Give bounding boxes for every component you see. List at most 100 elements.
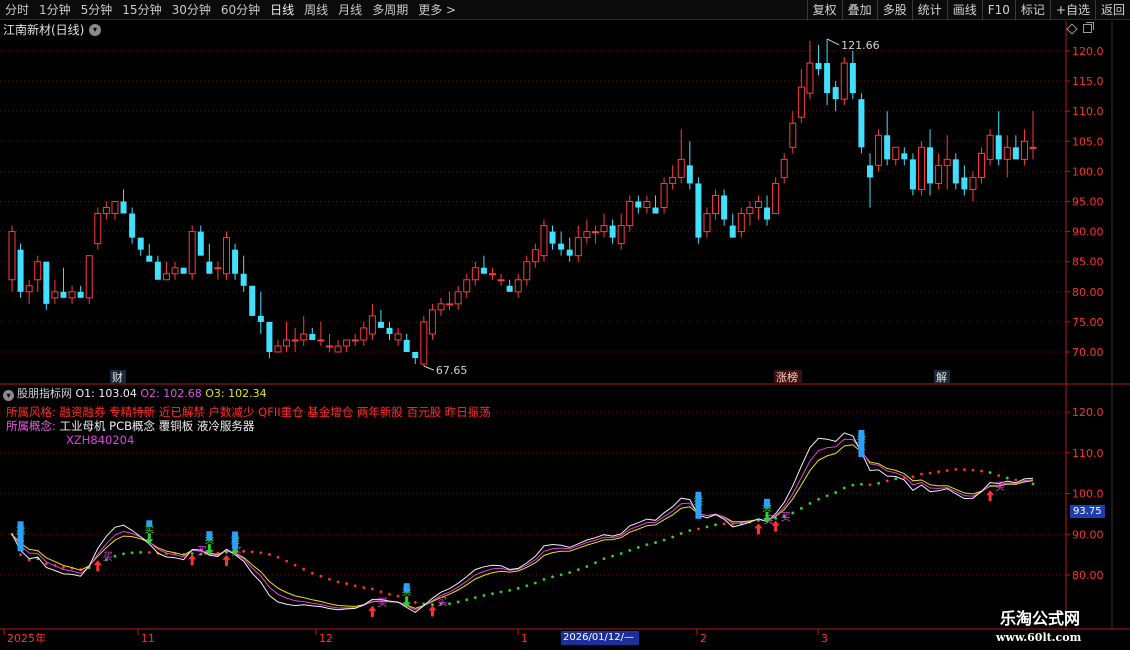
tool-button[interactable]: +自选 (1049, 0, 1095, 20)
volume-signal-bar (146, 520, 153, 527)
buy-arrow (93, 560, 102, 572)
chevron-down-icon[interactable]: ▾ (89, 24, 101, 36)
y-tick-label: 90.00 (1072, 528, 1104, 541)
candle-body (317, 339, 325, 342)
candle-body (884, 135, 891, 160)
style-value: 融资融券 专精特新 近已解禁 户数减少 QFII重仓 基金增仓 两年新股 百元股… (59, 405, 491, 419)
timeframe-tab[interactable]: 周线 (299, 0, 333, 20)
timeframe-tab[interactable]: 日线 (265, 0, 299, 20)
candle (549, 225, 556, 250)
candle-body (746, 207, 754, 215)
candle-body (729, 225, 736, 238)
restore-window-icon[interactable] (1083, 22, 1094, 33)
candle (446, 291, 454, 310)
candle-body (274, 345, 282, 353)
slow-ma-dot (293, 563, 297, 567)
candle-body (712, 194, 720, 215)
candle-body (343, 339, 351, 347)
timeframe-tab[interactable]: 月线 (333, 0, 367, 20)
candle-body (583, 231, 591, 239)
chart-canvas[interactable]: 70.00 75.00 80.00 85.00 90.00 95.00 100.0 105.0… (0, 0, 1130, 650)
chevron-down-icon[interactable]: ▾ (3, 390, 14, 401)
y-tick-label: 80.00 (1072, 569, 1104, 582)
timeframe-tab[interactable]: 多周期 (367, 0, 413, 20)
slow-ma-dot (937, 470, 941, 474)
concept-info: 所属概念: 工业母机 PCB概念 覆铜板 液冷服务器 (6, 419, 254, 433)
candle (188, 225, 196, 280)
candle (635, 195, 642, 214)
candle (300, 315, 308, 346)
candle (969, 171, 977, 202)
candle-body (17, 249, 24, 292)
timeframe-tab[interactable]: 15分钟 (117, 0, 166, 20)
slow-ma-dot (130, 551, 134, 555)
buy-label: 买 (377, 597, 387, 609)
candle (85, 255, 93, 304)
y-tick-label: 80.00 (1072, 286, 1104, 299)
timeframe-tab[interactable]: 30分钟 (167, 0, 216, 20)
candle-body (626, 201, 634, 227)
candle-body (360, 327, 368, 341)
slow-ma-dot (147, 551, 151, 554)
slow-ma-dot (533, 581, 537, 585)
candle-body (283, 339, 291, 347)
candle (197, 225, 204, 256)
tool-button[interactable]: 复权 (806, 0, 842, 20)
candle-body (291, 339, 299, 342)
candle (695, 177, 702, 244)
indicator-line (11, 444, 1034, 609)
tool-button[interactable]: 多股 (876, 0, 912, 20)
candle (780, 153, 788, 184)
slow-ma-dot (268, 553, 271, 556)
candle (746, 201, 754, 226)
tool-button[interactable]: 画线 (946, 0, 982, 20)
timeframe-tabs: 分时 1分钟 5分钟 15分钟 30分钟 60分钟 日线 周线 月线 多周期 更多 > (0, 0, 461, 20)
timeframe-tab[interactable]: 60分钟 (216, 0, 265, 20)
candle-body (935, 164, 943, 184)
candle-body (952, 159, 959, 184)
candle-body (214, 267, 222, 270)
tool-button[interactable]: 返回 (1094, 0, 1130, 20)
candle-body (325, 345, 333, 348)
tool-button[interactable]: 统计 (911, 0, 947, 20)
slow-ma-dot (516, 586, 520, 590)
slow-ma-dot (542, 578, 546, 581)
stock-title: 江南新材(日线) (3, 23, 85, 37)
candle-body (789, 122, 797, 148)
candle-body (677, 158, 685, 178)
slow-ma-dot (139, 550, 143, 554)
candle (223, 231, 230, 280)
candle (1003, 135, 1011, 178)
candle (309, 327, 316, 340)
candle (34, 255, 42, 292)
candle (171, 261, 179, 280)
candle-body (943, 158, 951, 166)
date-cursor-label: 2026/01/12/— (561, 631, 639, 645)
candle (111, 201, 119, 220)
candle-body (609, 225, 616, 238)
tool-button[interactable]: 叠加 (841, 0, 877, 20)
slow-ma-dot (851, 483, 855, 487)
tool-button[interactable]: F10 (981, 0, 1015, 20)
candle-body (377, 321, 384, 328)
tool-button[interactable]: 标记 (1014, 0, 1050, 20)
timeframe-tab[interactable]: 5分钟 (76, 0, 118, 20)
slow-ma-dot (611, 554, 614, 558)
timeframe-tab[interactable]: 更多 > (413, 0, 461, 20)
timeframe-tab[interactable]: 1分钟 (34, 0, 76, 20)
candle-body (129, 213, 136, 238)
candle-body (754, 201, 762, 209)
slow-ma-dot (885, 479, 889, 483)
slow-ma-dot (491, 592, 494, 596)
candle (531, 243, 539, 268)
candle-body (111, 201, 119, 215)
slow-ma-dot (379, 590, 383, 594)
timeframe-tab[interactable]: 分时 (0, 0, 34, 20)
slow-ma-dot (259, 551, 263, 555)
slow-ma-dot (645, 543, 649, 547)
candle-body (832, 87, 839, 100)
slow-ma-dot (954, 468, 958, 471)
candle (428, 303, 436, 340)
candle-body (428, 309, 436, 335)
candle (909, 153, 916, 196)
